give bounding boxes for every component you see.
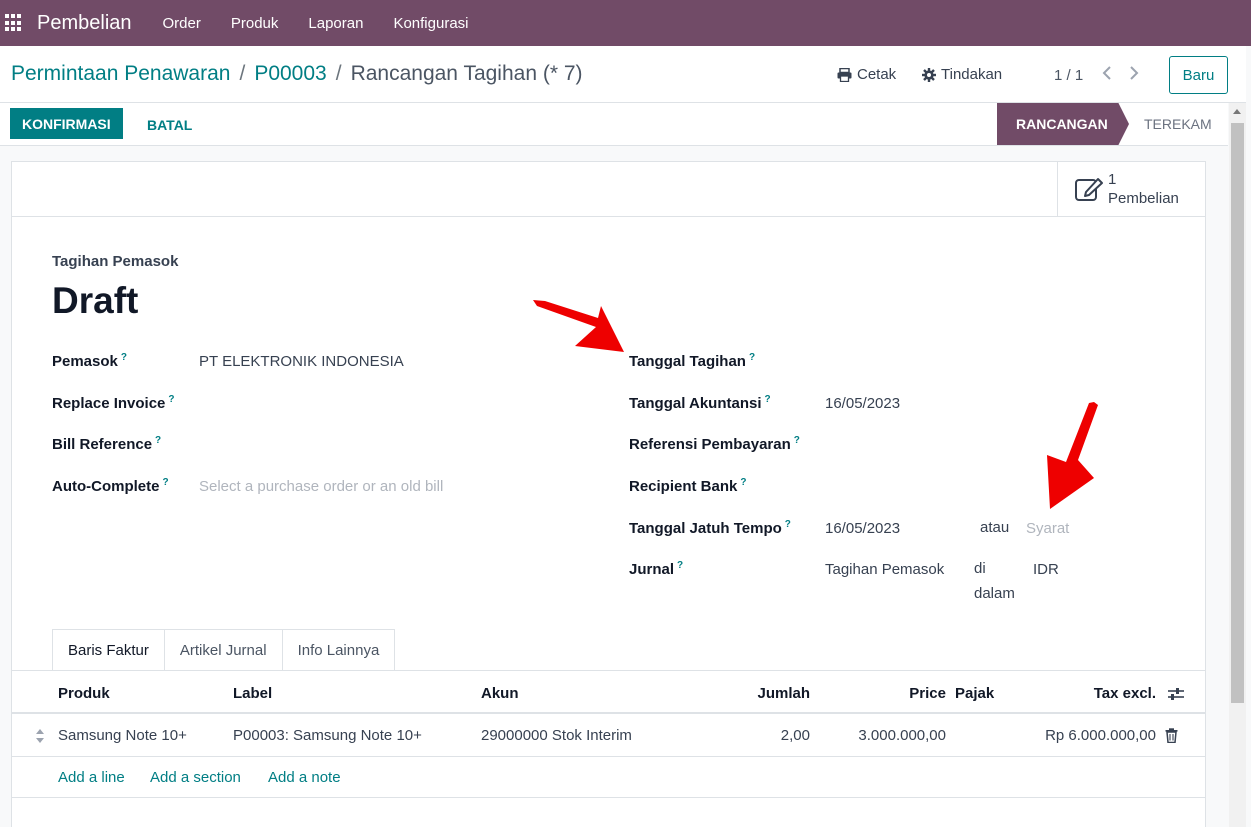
menu-item-configuration[interactable]: Konfigurasi [378, 15, 483, 32]
print-button[interactable]: Cetak [837, 66, 896, 83]
recipient-bank-label: Recipient Bank? [629, 477, 747, 495]
pager-value[interactable]: 1 / 1 [1054, 67, 1083, 84]
currency-field[interactable]: IDR [1033, 561, 1059, 578]
column-taxes[interactable]: Pajak [955, 685, 994, 702]
bill-reference-label: Bill Reference? [52, 435, 162, 453]
row-quantity[interactable]: 2,00 [710, 727, 810, 744]
confirm-button[interactable]: KONFIRMASI [10, 108, 123, 139]
payment-reference-label: Referensi Pembayaran? [629, 435, 800, 453]
column-account[interactable]: Akun [481, 685, 519, 702]
in-label-line2: dalam [974, 585, 1015, 602]
app-name[interactable]: Pembelian [37, 12, 132, 35]
add-note-link[interactable]: Add a note [268, 769, 341, 786]
auto-complete-label: Auto-Complete? [52, 477, 169, 495]
chevron-right-icon[interactable] [1129, 64, 1139, 85]
breadcrumb-rfq[interactable]: Permintaan Penawaran [11, 62, 230, 86]
row-label[interactable]: P00003: Samsung Note 10+ [233, 727, 422, 744]
breadcrumb-current: Rancangan Tagihan (* 7) [350, 62, 583, 85]
help-icon[interactable]: ? [765, 394, 771, 405]
new-button[interactable]: Baru [1169, 56, 1228, 94]
tab-divider [12, 670, 1205, 671]
menu-item-products[interactable]: Produk [216, 15, 294, 32]
journal-field[interactable]: Tagihan Pemasok [825, 561, 947, 578]
breadcrumb-separator: / [239, 62, 246, 85]
help-icon[interactable]: ? [740, 477, 746, 488]
due-date-field[interactable]: 16/05/2023 [825, 520, 900, 537]
document-type: Tagihan Pemasok [52, 253, 179, 270]
apps-grid-icon[interactable] [5, 14, 23, 32]
breadcrumb-order[interactable]: P00003 [254, 62, 326, 86]
help-icon[interactable]: ? [785, 519, 791, 530]
auto-complete-input[interactable]: Select a purchase order or an old bill [199, 478, 443, 495]
column-label[interactable]: Label [233, 685, 272, 702]
column-quantity[interactable]: Jumlah [710, 685, 810, 702]
help-icon[interactable]: ? [155, 435, 161, 446]
vertical-scrollbar[interactable] [1229, 103, 1246, 827]
print-label: Cetak [857, 66, 897, 83]
status-bar: KONFIRMASI BATAL RANCANGAN TEREKAM [0, 103, 1228, 146]
header-divider [12, 712, 1205, 714]
gear-icon [922, 67, 936, 82]
column-subtotal[interactable]: Tax excl. [1012, 685, 1156, 702]
chevron-left-icon[interactable] [1102, 64, 1112, 85]
accounting-date-label: Tanggal Akuntansi? [629, 394, 771, 412]
edit-document-icon [1075, 178, 1103, 201]
scroll-up-arrow-icon[interactable] [1233, 109, 1241, 114]
row-subtotal: Rp 6.000.000,00 [1045, 727, 1156, 744]
help-icon[interactable]: ? [163, 477, 169, 488]
footer-divider [12, 797, 1205, 798]
trash-icon[interactable] [1165, 728, 1178, 747]
scroll-thumb[interactable] [1231, 123, 1244, 703]
tab-journal-items[interactable]: Artikel Jurnal [163, 629, 283, 670]
row-product[interactable]: Samsung Note 10+ [58, 727, 187, 744]
stage-posted[interactable]: TEREKAM [1144, 116, 1212, 132]
breadcrumb-separator: / [335, 62, 342, 85]
smart-button-box: 1 Pembelian [12, 162, 1205, 217]
page-title: Draft [52, 280, 139, 321]
help-icon[interactable]: ? [121, 352, 127, 363]
help-icon[interactable]: ? [677, 560, 683, 571]
journal-label: Jurnal? [629, 560, 684, 578]
column-price[interactable]: Price [846, 685, 946, 702]
column-product[interactable]: Produk [58, 685, 110, 702]
help-icon[interactable]: ? [168, 394, 174, 405]
row-divider [12, 756, 1205, 757]
help-icon[interactable]: ? [749, 352, 755, 363]
control-panel: Permintaan Penawaran / P00003 / Rancanga… [0, 46, 1246, 103]
top-navbar: Pembelian Order Produk Laporan Konfigura… [0, 0, 1251, 46]
purchase-smart-button[interactable]: 1 Pembelian [1057, 162, 1206, 216]
or-label: atau [980, 519, 1010, 536]
tab-other-info[interactable]: Info Lainnya [281, 629, 396, 670]
action-button[interactable]: Tindakan [922, 66, 1002, 83]
help-icon[interactable]: ? [794, 435, 800, 446]
menu-item-reports[interactable]: Laporan [293, 15, 378, 32]
stage-draft[interactable]: RANCANGAN [997, 103, 1129, 145]
add-section-link[interactable]: Add a section [150, 769, 241, 786]
printer-icon [837, 67, 852, 82]
due-date-label: Tanggal Jatuh Tempo? [629, 519, 791, 537]
action-label: Tindakan [941, 66, 1003, 83]
replace-invoice-label: Replace Invoice? [52, 394, 175, 412]
breadcrumb: Permintaan Penawaran / P00003 / Rancanga… [11, 62, 583, 86]
add-line-link[interactable]: Add a line [58, 769, 125, 786]
main-menu: Order Produk Laporan Konfigurasi [148, 15, 484, 32]
smart-button-label: Pembelian [1108, 190, 1179, 207]
vendor-field[interactable]: PT ELEKTRONIK INDONESIA [199, 353, 404, 370]
in-label-line1: di [974, 560, 986, 577]
vendor-label: Pemasok? [52, 352, 127, 370]
menu-item-order[interactable]: Order [148, 15, 216, 32]
row-price[interactable]: 3.000.000,00 [846, 727, 946, 744]
form-sheet: 1 Pembelian Tagihan Pemasok Draft Pemaso… [11, 161, 1206, 827]
drag-handle-icon[interactable] [35, 728, 45, 748]
payment-terms-input[interactable]: Syarat [1026, 520, 1069, 537]
smart-button-count: 1 [1108, 171, 1117, 188]
cancel-button[interactable]: BATAL [147, 117, 192, 133]
notebook-tabs: Baris Faktur Artikel Jurnal Info Lainnya [52, 629, 396, 671]
accounting-date-field[interactable]: 16/05/2023 [825, 395, 900, 412]
tab-invoice-lines[interactable]: Baris Faktur [52, 629, 165, 671]
row-account[interactable]: 29000000 Stok Interim [481, 727, 632, 744]
column-settings-icon[interactable] [1167, 686, 1185, 706]
bill-date-label: Tanggal Tagihan? [629, 352, 756, 370]
